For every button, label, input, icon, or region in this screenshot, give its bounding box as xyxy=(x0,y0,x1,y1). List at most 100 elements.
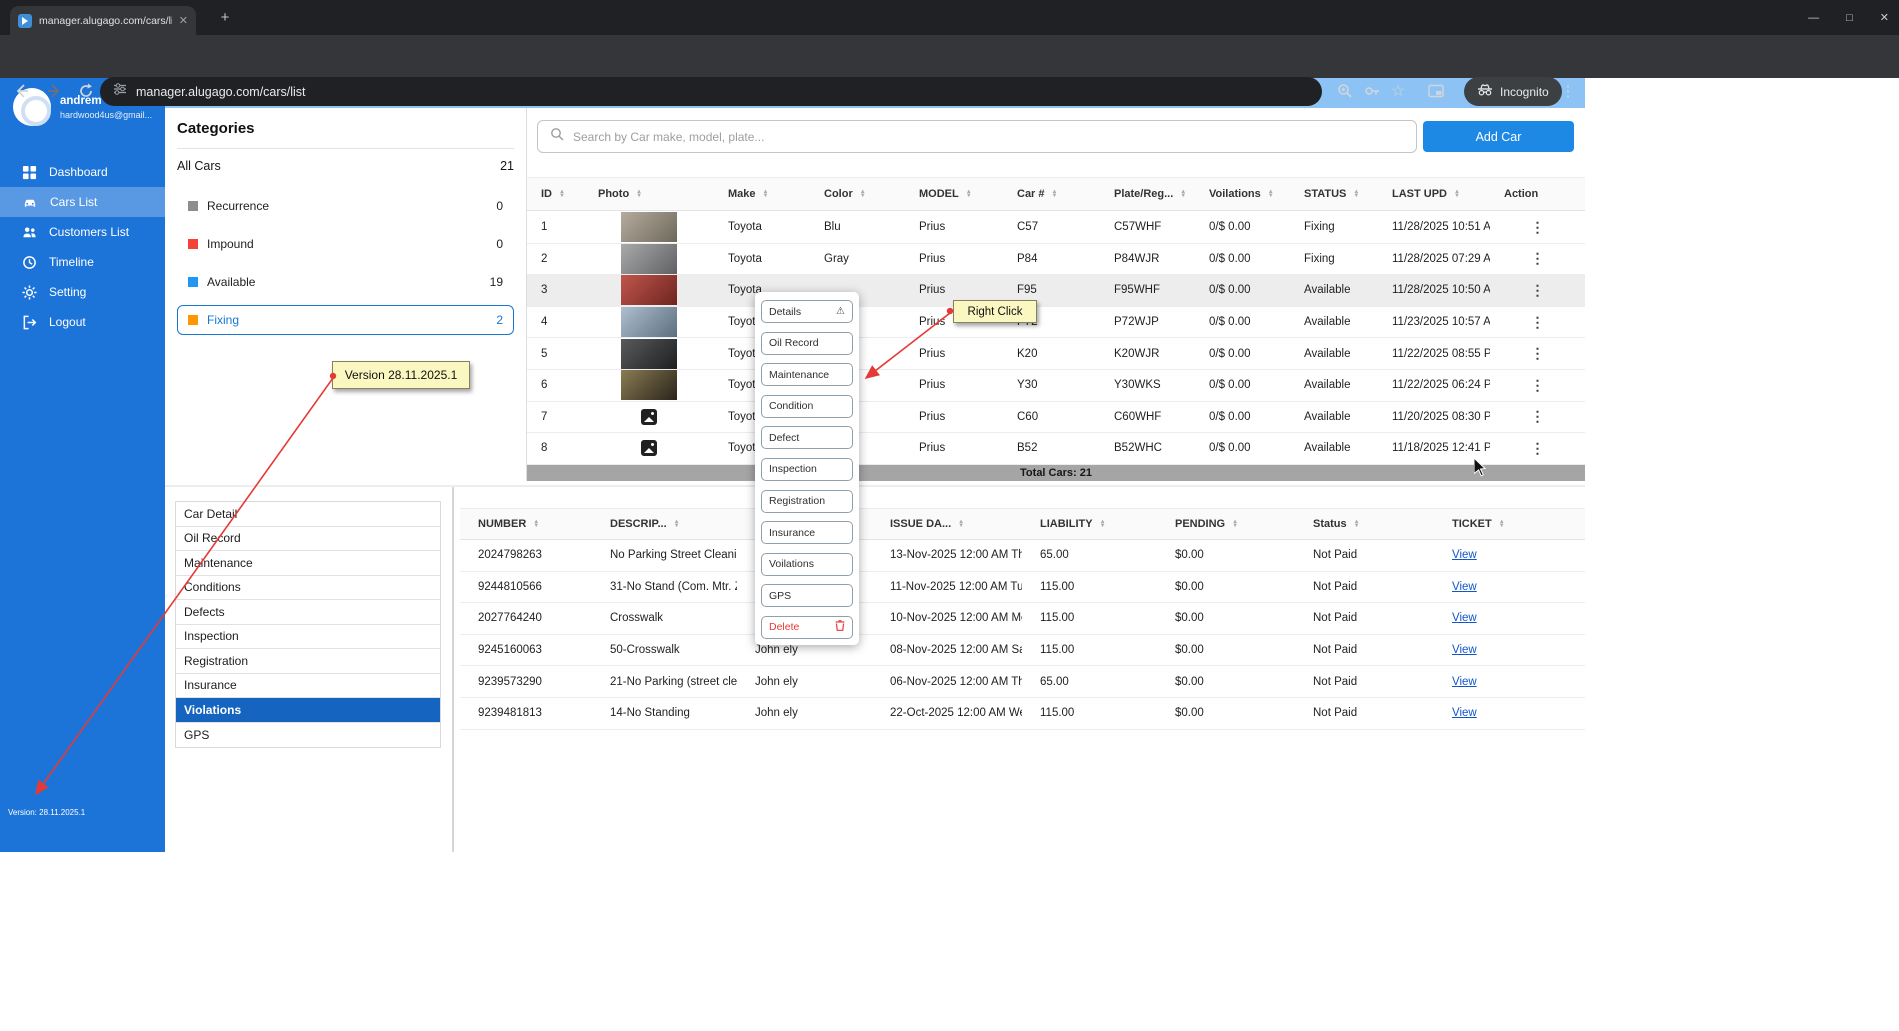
cell-photo[interactable] xyxy=(584,370,714,401)
violation-row[interactable]: 2027764240 Crosswalk 10-Nov-2025 12:00 A… xyxy=(460,603,1585,635)
row-actions-button[interactable]: ⋮ xyxy=(1490,212,1585,243)
cell-photo[interactable] xyxy=(584,338,714,369)
violation-row[interactable]: 9239573290 21-No Parking (street clean) … xyxy=(460,666,1585,698)
add-car-button[interactable]: Add Car xyxy=(1423,121,1574,152)
row-actions-button[interactable]: ⋮ xyxy=(1490,433,1585,464)
cell-photo[interactable] xyxy=(584,212,714,243)
address-bar[interactable]: manager.alugago.com/cars/list xyxy=(100,77,1322,106)
tune-icon[interactable] xyxy=(113,82,127,101)
context-menu-item-insurance[interactable]: Insurance xyxy=(761,521,853,544)
cell-photo[interactable] xyxy=(584,307,714,338)
detail-tab-inspection[interactable]: Inspection xyxy=(176,625,440,650)
detail-tab-registration[interactable]: Registration xyxy=(176,649,440,674)
view-ticket-link[interactable]: View xyxy=(1452,707,1477,719)
sort-icon[interactable] xyxy=(1499,520,1505,529)
view-ticket-link[interactable]: View xyxy=(1452,549,1477,561)
reload-icon[interactable] xyxy=(76,81,96,101)
sidebar-item-timeline[interactable]: Timeline xyxy=(0,247,165,277)
violation-row[interactable]: 9239481813 14-No Standing John ely 22-Oc… xyxy=(460,698,1585,730)
sort-icon[interactable] xyxy=(1180,190,1186,199)
context-menu-item-delete[interactable]: Delete xyxy=(761,616,853,639)
detail-tab-oil-record[interactable]: Oil Record xyxy=(176,527,440,552)
sort-icon[interactable] xyxy=(860,190,866,199)
context-menu-item-violations[interactable]: Voilations xyxy=(761,553,853,576)
car-row[interactable]: 2 Toyota Gray Prius P84 P84WJR 0/$ 0.00 … xyxy=(527,244,1585,276)
url-text[interactable]: manager.alugago.com/cars/list xyxy=(136,85,306,99)
cell-photo[interactable] xyxy=(584,402,714,433)
zoom-icon[interactable] xyxy=(1335,81,1355,101)
sort-icon[interactable] xyxy=(1354,520,1360,529)
cell-photo[interactable] xyxy=(584,244,714,275)
sort-icon[interactable] xyxy=(763,190,769,199)
category-impound[interactable]: Impound 0 xyxy=(177,229,514,259)
car-row-selected[interactable]: 3 Toyota Prius F95 F95WHF 0/$ 0.00 Avail… xyxy=(527,275,1585,307)
browser-tab[interactable]: manager.alugago.com/cars/list ✕ xyxy=(10,6,196,35)
violation-row[interactable]: 9245160063 50-Crosswalk John ely 08-Nov-… xyxy=(460,635,1585,667)
cell-photo[interactable] xyxy=(584,275,714,306)
vertical-splitter[interactable] xyxy=(452,487,454,852)
close-icon[interactable]: ✕ xyxy=(1880,11,1889,24)
context-menu-item-oil-record[interactable]: Oil Record xyxy=(761,332,853,355)
view-ticket-link[interactable]: View xyxy=(1452,612,1477,624)
sort-icon[interactable] xyxy=(674,520,680,529)
context-menu-item-registration[interactable]: Registration xyxy=(761,490,853,513)
sort-icon[interactable] xyxy=(1454,190,1460,199)
sidebar-item-setting[interactable]: Setting xyxy=(0,277,165,307)
sort-icon[interactable] xyxy=(636,190,642,199)
key-icon[interactable] xyxy=(1362,81,1382,101)
category-all-cars[interactable]: All Cars 21 xyxy=(177,149,514,183)
context-menu-item-condition[interactable]: Condition xyxy=(761,395,853,418)
row-actions-button[interactable]: ⋮ xyxy=(1490,307,1585,338)
back-icon[interactable] xyxy=(12,81,32,101)
sidebar-item-logout[interactable]: Logout xyxy=(0,307,165,337)
detail-tab-car-detail[interactable]: Car Detail xyxy=(176,502,440,527)
forward-icon[interactable] xyxy=(44,81,64,101)
sort-icon[interactable] xyxy=(958,520,964,529)
car-search[interactable] xyxy=(537,120,1417,153)
horizontal-splitter[interactable] xyxy=(165,485,1585,487)
context-menu-item-maintenance[interactable]: Maintenance xyxy=(761,363,853,386)
detail-tab-maintenance[interactable]: Maintenance xyxy=(176,551,440,576)
row-actions-button[interactable]: ⋮ xyxy=(1490,338,1585,369)
car-row[interactable]: 8 Toyota Prius B52 B52WHC 0/$ 0.00 Avail… xyxy=(527,433,1585,465)
detail-tab-insurance[interactable]: Insurance xyxy=(176,674,440,699)
category-available[interactable]: Available 19 xyxy=(177,267,514,297)
detail-tab-gps[interactable]: GPS xyxy=(176,723,440,748)
cell-photo[interactable] xyxy=(584,433,714,464)
car-row[interactable]: 4 Toyota Prius P72 P72WJP 0/$ 0.00 Avail… xyxy=(527,307,1585,339)
car-row[interactable]: 7 Toyota Prius C60 C60WHF 0/$ 0.00 Avail… xyxy=(527,402,1585,434)
sort-icon[interactable] xyxy=(1232,520,1238,529)
row-actions-button[interactable]: ⋮ xyxy=(1490,244,1585,275)
sort-icon[interactable] xyxy=(1353,190,1359,199)
sort-icon[interactable] xyxy=(1268,190,1274,199)
view-ticket-link[interactable]: View xyxy=(1452,676,1477,688)
sort-icon[interactable] xyxy=(559,190,565,199)
star-icon[interactable]: ☆ xyxy=(1388,81,1408,101)
context-menu-item-details[interactable]: Details⚠ xyxy=(761,300,853,323)
view-ticket-link[interactable]: View xyxy=(1452,581,1477,593)
context-menu-item-gps[interactable]: GPS xyxy=(761,584,853,607)
minimize-icon[interactable]: — xyxy=(1808,12,1819,24)
detail-tab-defects[interactable]: Defects xyxy=(176,600,440,625)
violation-row[interactable]: 2024798263 No Parking Street Cleaning 13… xyxy=(460,540,1585,572)
sidebar-item-dashboard[interactable]: Dashboard xyxy=(0,157,165,187)
context-menu-item-defect[interactable]: Defect xyxy=(761,426,853,449)
tab-close-icon[interactable]: ✕ xyxy=(179,14,188,27)
new-tab-icon[interactable]: + xyxy=(216,9,234,26)
car-row[interactable]: 1 Toyota Blu Prius C57 C57WHF 0/$ 0.00 F… xyxy=(527,212,1585,244)
row-actions-button[interactable]: ⋮ xyxy=(1490,275,1585,306)
sort-icon[interactable] xyxy=(1052,190,1058,199)
sort-icon[interactable] xyxy=(966,190,972,199)
pip-icon[interactable] xyxy=(1426,81,1446,101)
car-row[interactable]: 5 Toyota Prius K20 K20WJR 0/$ 0.00 Avail… xyxy=(527,338,1585,370)
sidebar-item-customers-list[interactable]: Customers List xyxy=(0,217,165,247)
sort-icon[interactable] xyxy=(1100,520,1106,529)
category-fixing[interactable]: Fixing 2 xyxy=(177,305,514,335)
category-recurrence[interactable]: Recurrence 0 xyxy=(177,191,514,221)
sort-icon[interactable] xyxy=(533,520,539,529)
detail-tab-conditions[interactable]: Conditions xyxy=(176,576,440,601)
car-row[interactable]: 6 Toyota Prius Y30 Y30WKS 0/$ 0.00 Avail… xyxy=(527,370,1585,402)
search-input[interactable] xyxy=(573,130,1404,144)
sidebar-item-cars-list[interactable]: Cars List xyxy=(0,187,165,217)
view-ticket-link[interactable]: View xyxy=(1452,644,1477,656)
